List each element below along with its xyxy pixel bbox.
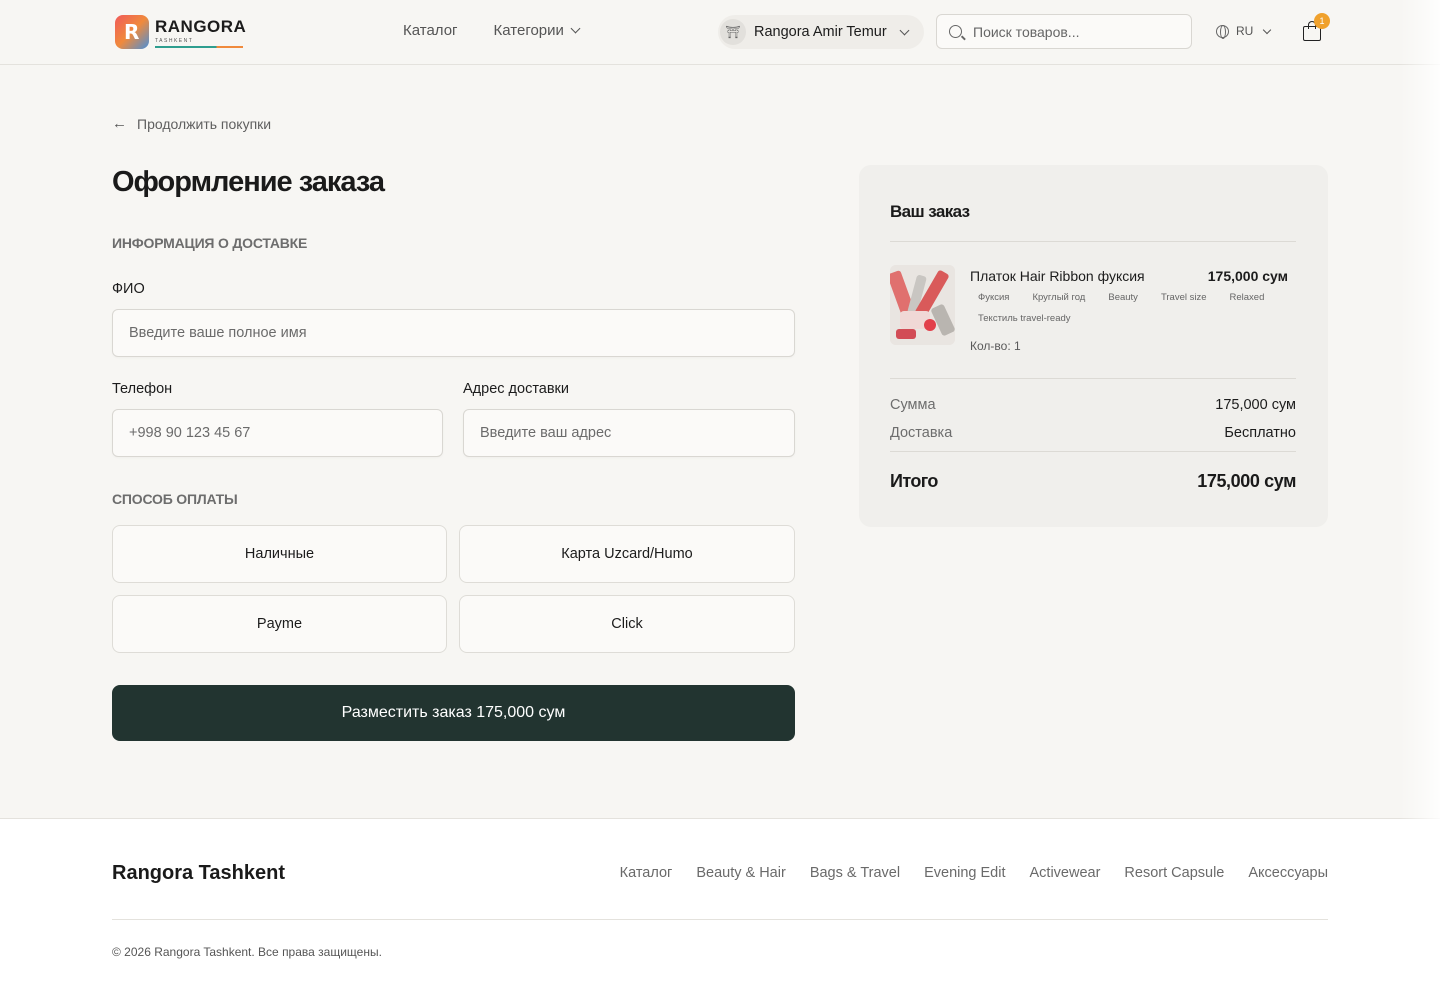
language-selector[interactable]: RU [1216,24,1272,39]
store-selector[interactable]: ⛩ Rangora Amir Temur [718,15,924,49]
address-field-wrapper [463,409,795,457]
delivery-value: Бесплатно [1224,425,1296,441]
product-tag: Travel size [1152,289,1215,306]
footer-link-resort-capsule[interactable]: Resort Capsule [1124,865,1224,881]
address-input[interactable] [464,410,794,456]
logo-underline [155,45,243,48]
total-value: 175,000 сум [1197,471,1296,491]
footer-links: Каталог Beauty & Hair Bags & Travel Even… [620,865,1328,881]
divider [890,378,1296,379]
product-tags: Фуксия Круглый год Beauty Travel size Re… [970,289,1288,327]
total-label: Итого [890,471,938,491]
site-footer: Rangora Tashkent Каталог Beauty & Hair B… [0,818,1440,1000]
name-field-wrapper [112,309,795,357]
footer-link-bags-travel[interactable]: Bags & Travel [810,865,900,881]
delivery-label: Доставка [890,425,953,441]
payment-option-click[interactable]: Click [459,595,795,653]
store-icon: ⛩ [720,19,746,45]
chevron-down-icon [570,23,581,34]
product-tag: Фуксия [970,289,1018,306]
search-box [936,14,1192,49]
name-label: ФИО [112,281,145,297]
summary-title: Ваш заказ [890,202,970,221]
subtotal-value: 175,000 сум [1215,397,1296,413]
store-name: Rangora Amir Temur [754,24,887,40]
arrow-left-icon: ← [112,115,127,132]
page-title: Оформление заказа [112,166,385,198]
product-quantity: Кол-во: 1 [970,339,1021,353]
footer-link-accessories[interactable]: Аксессуары [1248,865,1328,881]
product-name: Платок Hair Ribbon фуксия [970,268,1145,284]
payment-option-cash[interactable]: Наличные [112,525,447,583]
globe-icon [1216,24,1229,39]
continue-shopping-link[interactable]: ← Продолжить покупки [112,115,271,132]
phone-field-wrapper [112,409,443,457]
divider [890,451,1296,452]
footer-link-evening-edit[interactable]: Evening Edit [924,865,1005,881]
main-nav: Каталог Категории [403,22,581,39]
order-summary: Ваш заказ Платок Hair Ribbon фуксия 175,… [859,165,1328,527]
search-input[interactable] [973,23,1173,40]
cart-button[interactable]: 1 [1302,13,1330,42]
footer-link-catalog[interactable]: Каталог [620,865,673,881]
payment-option-payme[interactable]: Payme [112,595,447,653]
logo[interactable]: RANGORA TASHKENT [115,15,246,49]
subtotal-label: Сумма [890,397,936,413]
continue-shopping-label: Продолжить покупки [137,115,272,132]
product-tag: Relaxed [1221,289,1273,306]
cart-count-badge: 1 [1314,13,1330,29]
delivery-section-heading: ИНФОРМАЦИЯ О ДОСТАВКЕ [112,235,308,251]
phone-input[interactable] [113,410,442,456]
language-code: RU [1236,24,1254,38]
payment-section-heading: СПОСОБ ОПЛАТЫ [112,491,238,507]
logo-icon [115,15,149,49]
place-order-button[interactable]: Разместить заказ 175,000 сум [112,685,795,741]
site-header: RANGORA TASHKENT Каталог Категории ⛩ Ran… [0,0,1440,65]
nav-categories-label: Категории [493,22,564,39]
logo-name: RANGORA [155,16,247,36]
footer-link-beauty-hair[interactable]: Beauty & Hair [696,865,785,881]
copyright: © 2026 Rangora Tashkent. Все права защищ… [112,945,382,959]
product-image [890,265,955,345]
nav-catalog[interactable]: Каталог [403,22,458,39]
product-price: 175,000 сум [1207,268,1288,284]
chevron-down-icon [899,25,910,35]
payment-option-card[interactable]: Карта Uzcard/Humo [459,525,795,583]
footer-divider [112,919,1328,920]
footer-link-activewear[interactable]: Activewear [1030,865,1101,881]
product-tag: Круглый год [1024,289,1094,306]
logo-subtitle: TASHKENT [155,37,194,44]
divider [890,241,1296,242]
product-tag: Текстиль travel-ready [970,310,1079,327]
name-input[interactable] [113,310,794,356]
chevron-down-icon [1263,25,1272,34]
search-icon [949,25,962,38]
phone-label: Телефон [112,381,173,397]
footer-brand: Rangora Tashkent [112,862,285,884]
nav-categories-dropdown[interactable]: Категории [493,22,581,39]
address-label: Адрес доставки [463,381,570,397]
product-tag: Beauty [1100,289,1146,306]
